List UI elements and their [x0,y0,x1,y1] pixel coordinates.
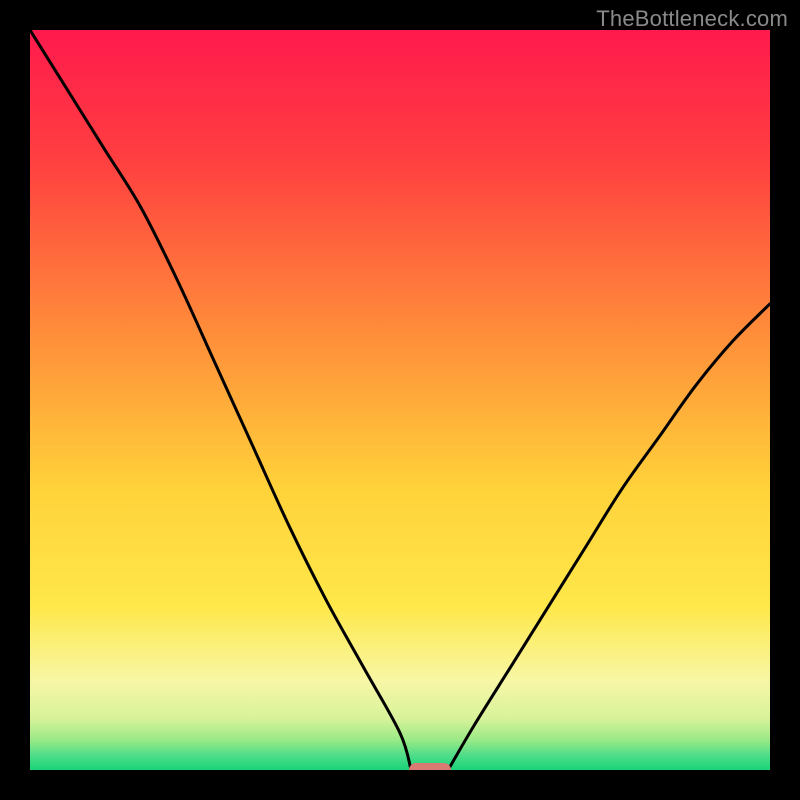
bottleneck-curve [30,30,770,770]
optimal-marker [409,763,451,770]
curve-right-segment [448,304,770,770]
chart-frame: TheBottleneck.com [0,0,800,800]
watermark-text: TheBottleneck.com [596,6,788,32]
plot-area [30,30,770,770]
curve-left-segment [30,30,411,770]
